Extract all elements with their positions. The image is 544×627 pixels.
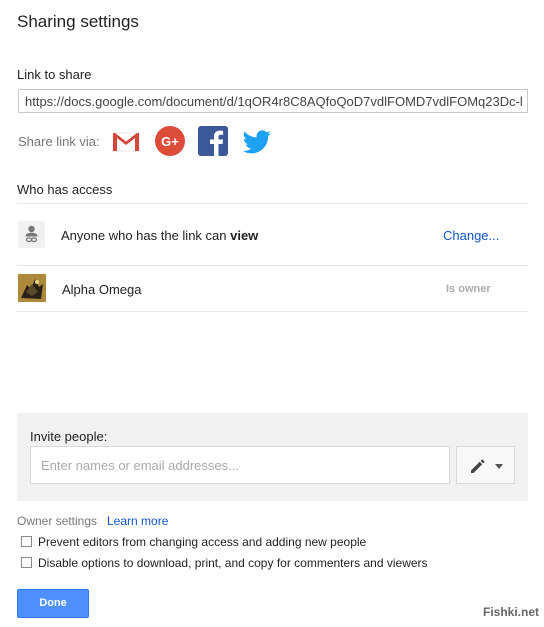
link-person-icon xyxy=(18,221,45,248)
avatar xyxy=(18,274,46,302)
prevent-editors-label: Prevent editors from changing access and… xyxy=(38,535,367,549)
divider xyxy=(17,311,528,312)
watermark: Fishki.net xyxy=(483,605,540,619)
gmail-icon[interactable] xyxy=(111,126,141,156)
done-button[interactable]: Done xyxy=(17,589,89,618)
chevron-down-icon xyxy=(495,464,503,469)
prevent-editors-checkbox[interactable] xyxy=(21,536,32,547)
divider xyxy=(17,265,528,266)
share-link-via-label: Share link via: xyxy=(18,134,100,149)
link-access-prefix: Anyone who has the link can xyxy=(61,228,231,243)
who-has-access-label: Who has access xyxy=(17,182,113,197)
owner-name: Alpha Omega xyxy=(62,282,142,297)
change-access-link[interactable]: Change... xyxy=(443,228,499,243)
divider xyxy=(17,203,528,204)
svg-text:G+: G+ xyxy=(161,134,179,149)
disable-download-checkbox[interactable] xyxy=(21,557,32,568)
pencil-icon xyxy=(471,459,485,473)
invite-email-input[interactable] xyxy=(30,446,450,484)
owner-settings-label: Owner settings xyxy=(17,514,98,528)
link-to-share-label: Link to share xyxy=(17,67,92,82)
share-link-field[interactable]: https://docs.google.com/document/d/1qOR4… xyxy=(18,89,528,113)
disable-download-label: Disable options to download, print, and … xyxy=(38,556,428,570)
invite-panel: Invite people: xyxy=(17,413,528,501)
twitter-icon[interactable] xyxy=(242,126,272,156)
link-access-text: Anyone who has the link can view xyxy=(61,228,258,243)
permission-dropdown-button[interactable] xyxy=(456,446,515,484)
google-plus-icon[interactable]: G+ xyxy=(155,126,185,156)
facebook-icon[interactable] xyxy=(198,126,228,156)
invite-people-label: Invite people: xyxy=(30,429,108,444)
owner-role: Is owner xyxy=(446,283,491,295)
link-access-permission: view xyxy=(230,228,259,243)
learn-more-link[interactable]: Learn more xyxy=(107,514,168,528)
dialog-title: Sharing settings xyxy=(17,12,139,31)
